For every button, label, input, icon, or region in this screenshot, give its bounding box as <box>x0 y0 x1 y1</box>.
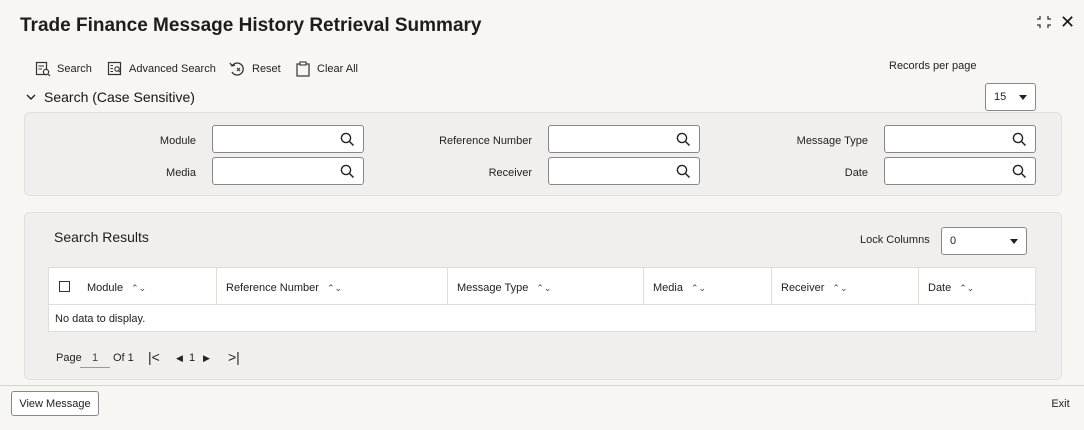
sort-icon[interactable]: ⌃⌄ <box>832 283 847 294</box>
column-label: Module <box>87 282 124 294</box>
footer-divider <box>0 385 1084 386</box>
empty-message: No data to display. <box>55 313 146 325</box>
search-icon[interactable] <box>676 132 691 147</box>
message-type-input[interactable] <box>884 125 1036 153</box>
sort-icon[interactable]: ⌃⌄ <box>959 283 974 294</box>
search-icon[interactable] <box>1012 164 1027 179</box>
clear-all-label: Clear All <box>317 63 358 75</box>
reset-button[interactable]: Reset <box>228 59 281 79</box>
exit-button[interactable]: Exit <box>1044 391 1077 416</box>
media-label: Media <box>166 167 196 179</box>
lock-columns-label: Lock Columns <box>860 234 930 246</box>
date-input[interactable] <box>884 157 1036 185</box>
advanced-search-label: Advanced Search <box>129 63 216 75</box>
current-page: 1 <box>189 352 196 364</box>
module-input[interactable] <box>212 125 364 153</box>
next-page-icon[interactable]: ▶ <box>203 353 210 364</box>
column-header-receiver[interactable]: Receiver ⌃⌄ <box>781 282 848 294</box>
receiver-input[interactable] <box>548 157 700 185</box>
column-label: Date <box>928 282 952 294</box>
page-of-label: Of 1 <box>113 352 134 364</box>
column-header-date[interactable]: Date ⌃⌄ <box>928 282 974 294</box>
table-row <box>48 305 1036 332</box>
search-icon[interactable] <box>340 164 355 179</box>
records-per-page-select[interactable]: 15 <box>985 83 1036 111</box>
select-all-checkbox[interactable] <box>59 281 70 292</box>
search-section-toggle[interactable]: Search (Case Sensitive) <box>26 89 195 105</box>
advanced-search-button[interactable]: Advanced Search <box>107 59 216 79</box>
column-header-message-type[interactable]: Message Type ⌃⌄ <box>457 282 551 294</box>
column-divider[interactable] <box>771 267 772 305</box>
sort-icon[interactable]: ⌃⌄ <box>536 283 551 294</box>
first-page-icon[interactable]: |< <box>148 349 160 365</box>
message-type-label: Message Type <box>796 135 868 147</box>
receiver-label: Receiver <box>488 167 532 179</box>
chevron-down-icon <box>26 94 36 100</box>
page-title: Trade Finance Message History Retrieval … <box>20 15 482 36</box>
media-input[interactable] <box>212 157 364 185</box>
search-doc-icon <box>35 61 51 77</box>
reset-label: Reset <box>252 63 281 75</box>
last-page-icon[interactable]: >| <box>228 349 240 365</box>
advanced-search-icon <box>107 61 122 76</box>
column-label: Media <box>653 282 683 294</box>
sort-icon[interactable]: ⌃⌄ <box>691 283 706 294</box>
column-divider[interactable] <box>918 267 919 305</box>
previous-page-icon[interactable]: ◀ <box>176 353 183 364</box>
search-icon[interactable] <box>676 164 691 179</box>
column-header-media[interactable]: Media ⌃⌄ <box>653 282 706 294</box>
reference-number-input[interactable] <box>548 125 700 153</box>
column-divider[interactable] <box>216 267 217 305</box>
column-label: Message Type <box>457 282 529 294</box>
clipboard-icon <box>296 61 310 77</box>
records-per-page-value: 15 <box>994 91 1007 103</box>
search-button[interactable]: Search <box>35 59 92 79</box>
chevron-down-icon <box>1019 94 1027 100</box>
column-label: Reference Number <box>226 282 319 294</box>
view-message-button[interactable]: View Message <box>11 391 99 416</box>
search-section-title: Search (Case Sensitive) <box>44 89 195 105</box>
date-label: Date <box>844 167 868 179</box>
reference-number-label: Reference Number <box>439 135 532 147</box>
clear-all-button[interactable]: Clear All <box>295 59 358 79</box>
chevron-down-icon <box>1010 238 1018 244</box>
search-icon[interactable] <box>340 132 355 147</box>
module-label: Module <box>159 135 196 147</box>
sort-icon[interactable]: ⌃⌄ <box>327 283 342 294</box>
resize-icon[interactable] <box>1036 14 1052 30</box>
lock-columns-select[interactable]: 0 <box>941 227 1027 255</box>
column-label: Receiver <box>781 282 825 294</box>
close-icon[interactable]: ✕ <box>1060 12 1075 33</box>
search-label: Search <box>57 63 92 75</box>
records-per-page-label: Records per page <box>889 60 977 72</box>
column-divider[interactable] <box>447 267 448 305</box>
column-header-module[interactable]: Module ⌃⌄ <box>87 282 146 294</box>
page-label: Page <box>56 352 82 364</box>
search-icon[interactable] <box>1012 132 1027 147</box>
column-header-reference-number[interactable]: Reference Number ⌃⌄ <box>226 282 342 294</box>
sort-icon[interactable]: ⌃⌄ <box>131 283 146 294</box>
lock-columns-value: 0 <box>950 235 957 247</box>
column-divider[interactable] <box>643 267 644 305</box>
reset-icon <box>229 62 244 76</box>
page-number-input[interactable]: 1 <box>80 346 110 368</box>
results-title: Search Results <box>54 229 149 245</box>
